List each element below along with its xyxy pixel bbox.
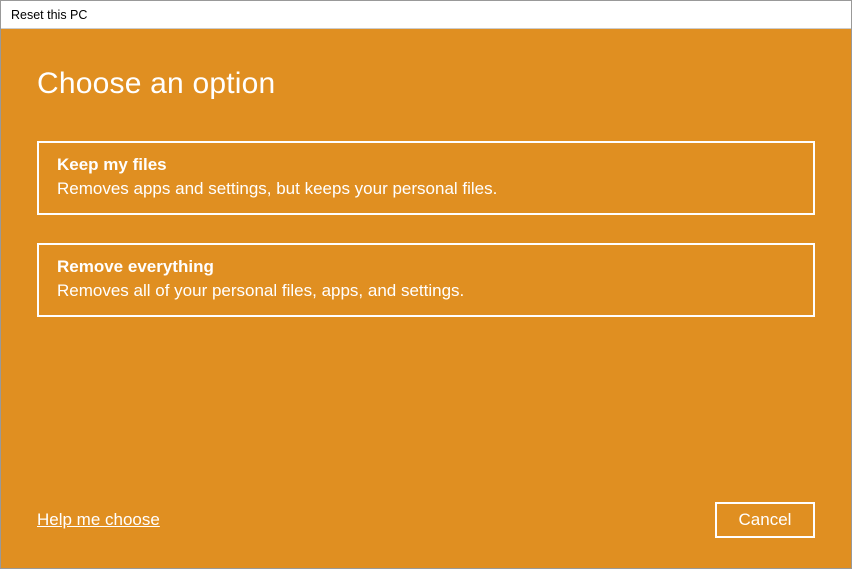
- window-title: Reset this PC: [11, 8, 87, 22]
- option-title: Remove everything: [57, 257, 795, 277]
- cancel-button[interactable]: Cancel: [715, 502, 815, 538]
- dialog-content: Choose an option Keep my files Removes a…: [1, 29, 851, 568]
- option-description: Removes apps and settings, but keeps you…: [57, 179, 795, 199]
- help-me-choose-link[interactable]: Help me choose: [37, 510, 160, 530]
- option-title: Keep my files: [57, 155, 795, 175]
- option-description: Removes all of your personal files, apps…: [57, 281, 795, 301]
- option-keep-my-files[interactable]: Keep my files Removes apps and settings,…: [37, 141, 815, 215]
- dialog-footer: Help me choose Cancel: [37, 502, 815, 538]
- page-heading: Choose an option: [37, 67, 815, 101]
- dialog-window: Reset this PC Choose an option Keep my f…: [0, 0, 852, 569]
- option-remove-everything[interactable]: Remove everything Removes all of your pe…: [37, 243, 815, 317]
- titlebar: Reset this PC: [1, 1, 851, 29]
